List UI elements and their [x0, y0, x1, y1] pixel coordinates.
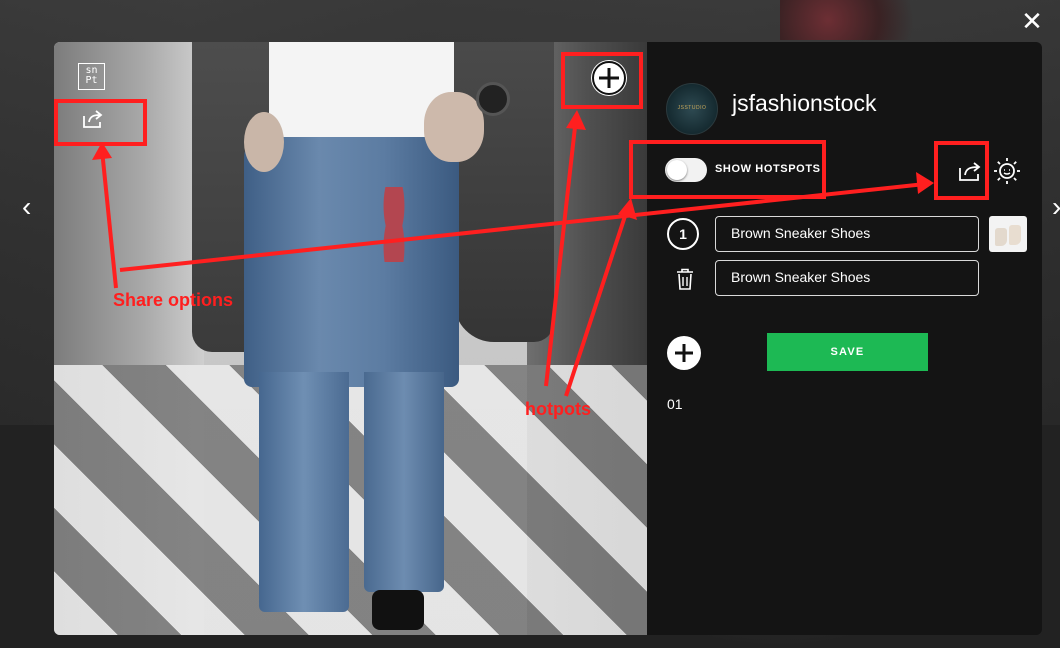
- photo-jeans: [244, 137, 459, 387]
- logo-line-2: Pt: [85, 75, 98, 86]
- thumbnail-shoe: [1009, 225, 1021, 245]
- hotspot-counter: 01: [667, 396, 683, 412]
- add-hotspot-icon[interactable]: [591, 60, 627, 96]
- photo-watch: [476, 82, 510, 116]
- product-caption-input[interactable]: Brown Sneaker Shoes: [715, 260, 979, 296]
- show-hotspots-label: SHOW HOTSPOTS: [715, 163, 821, 175]
- brightness-icon[interactable]: [992, 156, 1022, 186]
- snpt-logo: sn Pt: [78, 63, 105, 90]
- product-thumbnail[interactable]: [989, 216, 1027, 252]
- share-icon[interactable]: [956, 159, 984, 183]
- details-panel: JSSTUDIO jsfashionstock SHOW HOTSPOTS 1: [647, 42, 1042, 635]
- trash-icon[interactable]: [676, 268, 694, 290]
- photo-hand-left: [244, 112, 284, 172]
- product-photo[interactable]: sn Pt: [54, 42, 647, 635]
- previous-arrow-icon[interactable]: ‹: [22, 192, 42, 222]
- photo-sunglasses: [376, 187, 412, 262]
- hotspot-number-badge: 1: [667, 218, 699, 250]
- show-hotspots-toggle[interactable]: [665, 158, 707, 182]
- annotation-hotspots-label: hotpots: [525, 399, 591, 419]
- username[interactable]: jsfashionstock: [732, 90, 876, 117]
- share-icon[interactable]: [81, 109, 105, 129]
- save-button[interactable]: SAVE: [767, 333, 928, 371]
- annotation-share-options-label: Share options: [113, 290, 234, 310]
- photo-shoe: [372, 590, 424, 630]
- add-hotspot-icon[interactable]: [667, 336, 701, 370]
- avatar-text: JSSTUDIO: [677, 105, 707, 111]
- lightbox-modal: sn Pt JSSTUDIO jsfashionstock SHOW HOTSP…: [54, 42, 1042, 635]
- background-flowers: [780, 0, 940, 40]
- close-button[interactable]: ✕: [1019, 8, 1045, 34]
- avatar[interactable]: JSSTUDIO: [666, 83, 718, 135]
- toggle-knob: [667, 160, 687, 180]
- photo-hand-right: [424, 92, 484, 162]
- next-arrow-icon[interactable]: ›: [1052, 192, 1060, 222]
- thumbnail-shoe: [995, 228, 1007, 246]
- photo-leg-left: [259, 372, 349, 612]
- photo-leg-right: [364, 372, 444, 592]
- product-name-input[interactable]: Brown Sneaker Shoes: [715, 216, 979, 252]
